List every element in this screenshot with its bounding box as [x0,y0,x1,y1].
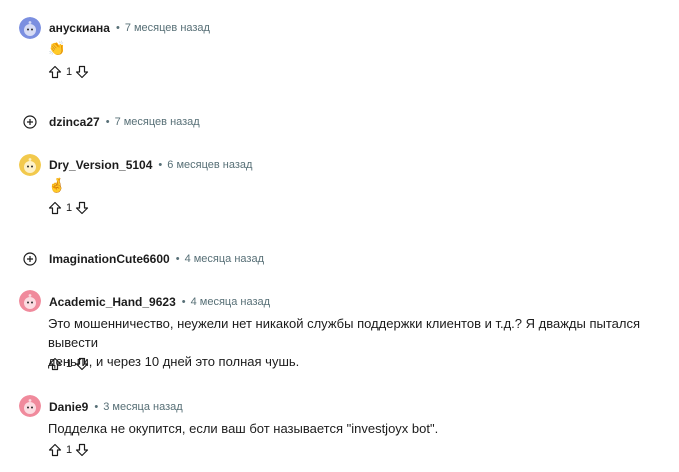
comment-body: 👏 [48,40,66,56]
timestamp[interactable]: 3 месяца назад [103,401,182,413]
username[interactable]: Academic_Hand_9623 [49,295,176,309]
vote-count: 1 [66,444,73,456]
timestamp[interactable]: 4 месяца назад [191,296,270,308]
comment-body: Это мошенничество, неужели нет никакой с… [48,314,678,371]
separator-dot: • [105,116,110,128]
downvote-icon[interactable] [75,201,89,215]
comment-body-line: деньги, и через 10 дней это полная чушь. [48,354,300,369]
vote-row: 1 [48,442,89,458]
comment-header: Academic_Hand_9623 • 4 месяца назад [49,295,270,309]
avatar[interactable] [19,154,41,176]
username[interactable]: dzinca27 [49,115,100,129]
timestamp[interactable]: 7 месяцев назад [115,116,200,128]
avatar[interactable] [19,17,41,39]
username[interactable]: Dry_Version_5104 [49,158,152,172]
vote-row: 1 [48,64,89,80]
comment-header: dzinca27 • 7 месяцев назад [49,115,200,129]
expand-icon[interactable] [23,252,37,266]
vote-count: 1 [66,202,73,214]
separator-dot: • [94,401,99,413]
comment-header: Dry_Version_5104 • 6 месяцев назад [49,158,252,172]
downvote-icon[interactable] [75,357,89,371]
separator-dot: • [158,159,163,171]
timestamp[interactable]: 4 месяца назад [185,253,264,265]
comment-header: анускиана • 7 месяцев назад [49,21,210,35]
username[interactable]: анускиана [49,21,110,35]
vote-count: 1 [66,66,73,78]
comment-body-line: Это мошенничество, неужели нет никакой с… [48,316,640,350]
comment-header: Danie9 • 3 месяца назад [49,400,183,414]
separator-dot: • [175,253,180,265]
comment-body: Подделка не окупится, если ваш бот назыв… [48,421,439,436]
vote-row: 1 [48,356,89,372]
comment-body: 🤞 [48,177,66,193]
upvote-icon[interactable] [48,443,62,457]
timestamp[interactable]: 6 месяцев назад [167,159,252,171]
vote-row: 1 [48,200,89,216]
upvote-icon[interactable] [48,357,62,371]
username[interactable]: ImaginationCute6600 [49,252,170,266]
username[interactable]: Danie9 [49,400,88,414]
upvote-icon[interactable] [48,65,62,79]
comment-header: ImaginationCute6600 • 4 месяца назад [49,252,264,266]
avatar[interactable] [19,290,41,312]
expand-icon[interactable] [23,115,37,129]
separator-dot: • [115,22,120,34]
timestamp[interactable]: 7 месяцев назад [125,22,210,34]
separator-dot: • [181,296,186,308]
upvote-icon[interactable] [48,201,62,215]
vote-count: 1 [66,358,73,370]
downvote-icon[interactable] [75,65,89,79]
avatar[interactable] [19,395,41,417]
downvote-icon[interactable] [75,443,89,457]
